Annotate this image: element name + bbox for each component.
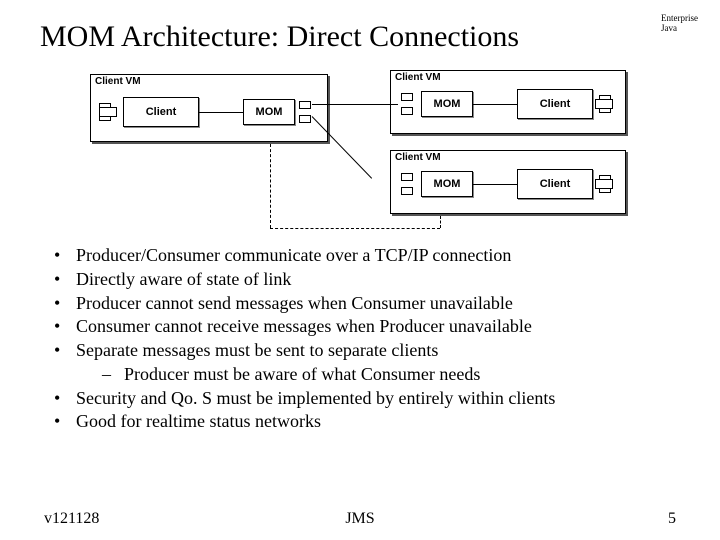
- port: [401, 107, 413, 115]
- bullet-text: Good for realtime status networks: [76, 411, 321, 431]
- port: [401, 187, 413, 195]
- bullet-text: Producer must be aware of what Consumer …: [124, 364, 480, 384]
- slide-footer: v121128 JMS 5: [0, 510, 720, 528]
- bullet-list: Producer/Consumer communicate over a TCP…: [54, 244, 680, 434]
- architecture-diagram: Client VM Client MOM Client VM MOM Clien…: [90, 70, 630, 232]
- bullet-text: Producer cannot send messages when Consu…: [76, 293, 513, 313]
- dashed-wire: [270, 144, 271, 228]
- client-label: Client: [540, 178, 571, 190]
- bullet-text: Security and Qo. S must be implemented b…: [76, 388, 555, 408]
- bullet-item: Directly aware of state of link: [54, 268, 680, 292]
- title-row: MOM Architecture: Direct Connections Ent…: [40, 20, 680, 54]
- bullet-item: Separate messages must be sent to separa…: [54, 339, 680, 387]
- right-bottom-client-vm: Client VM MOM Client: [390, 150, 626, 214]
- connector: [473, 184, 517, 185]
- bullet-item: Producer/Consumer communicate over a TCP…: [54, 244, 680, 268]
- dashed-wire: [440, 216, 441, 228]
- mom-label: MOM: [434, 178, 461, 190]
- footer-version: v121128: [44, 510, 99, 528]
- corner-label: Enterprise Java: [661, 14, 698, 34]
- port: [299, 101, 311, 109]
- slide-title: MOM Architecture: Direct Connections: [40, 20, 680, 54]
- mom-box: MOM: [243, 99, 295, 125]
- client-box: Client: [123, 97, 199, 127]
- left-client-vm: Client VM Client MOM: [90, 74, 328, 142]
- footer-page-number: 5: [668, 510, 676, 528]
- port: [401, 173, 413, 181]
- port: [401, 93, 413, 101]
- bullet-text: Producer/Consumer communicate over a TCP…: [76, 245, 511, 265]
- port: [299, 115, 311, 123]
- mom-box: MOM: [421, 171, 473, 197]
- wire: [312, 116, 372, 179]
- port: [595, 179, 613, 189]
- corner-line2: Java: [661, 24, 698, 34]
- connector: [199, 112, 243, 113]
- right-top-client-vm: Client VM MOM Client: [390, 70, 626, 134]
- bullet-item: Security and Qo. S must be implemented b…: [54, 387, 680, 411]
- vm-title: Client VM: [395, 72, 441, 83]
- client-label: Client: [540, 98, 571, 110]
- client-box: Client: [517, 89, 593, 119]
- client-label: Client: [146, 106, 177, 118]
- vm-title: Client VM: [95, 76, 141, 87]
- bullet-text: Consumer cannot receive messages when Pr…: [76, 316, 532, 336]
- port: [99, 107, 117, 117]
- mom-box: MOM: [421, 91, 473, 117]
- sub-bullet-item: Producer must be aware of what Consumer …: [102, 363, 680, 387]
- bullet-text: Directly aware of state of link: [76, 269, 291, 289]
- bullet-item: Consumer cannot receive messages when Pr…: [54, 315, 680, 339]
- footer-topic: JMS: [345, 510, 374, 528]
- mom-label: MOM: [434, 98, 461, 110]
- bullet-item: Good for realtime status networks: [54, 410, 680, 434]
- port: [595, 99, 613, 109]
- connector: [473, 104, 517, 105]
- bullet-item: Producer cannot send messages when Consu…: [54, 292, 680, 316]
- mom-label: MOM: [256, 106, 283, 118]
- dashed-wire: [270, 228, 440, 229]
- vm-title: Client VM: [395, 152, 441, 163]
- wire: [312, 104, 398, 105]
- client-box: Client: [517, 169, 593, 199]
- bullet-text: Separate messages must be sent to separa…: [76, 340, 438, 360]
